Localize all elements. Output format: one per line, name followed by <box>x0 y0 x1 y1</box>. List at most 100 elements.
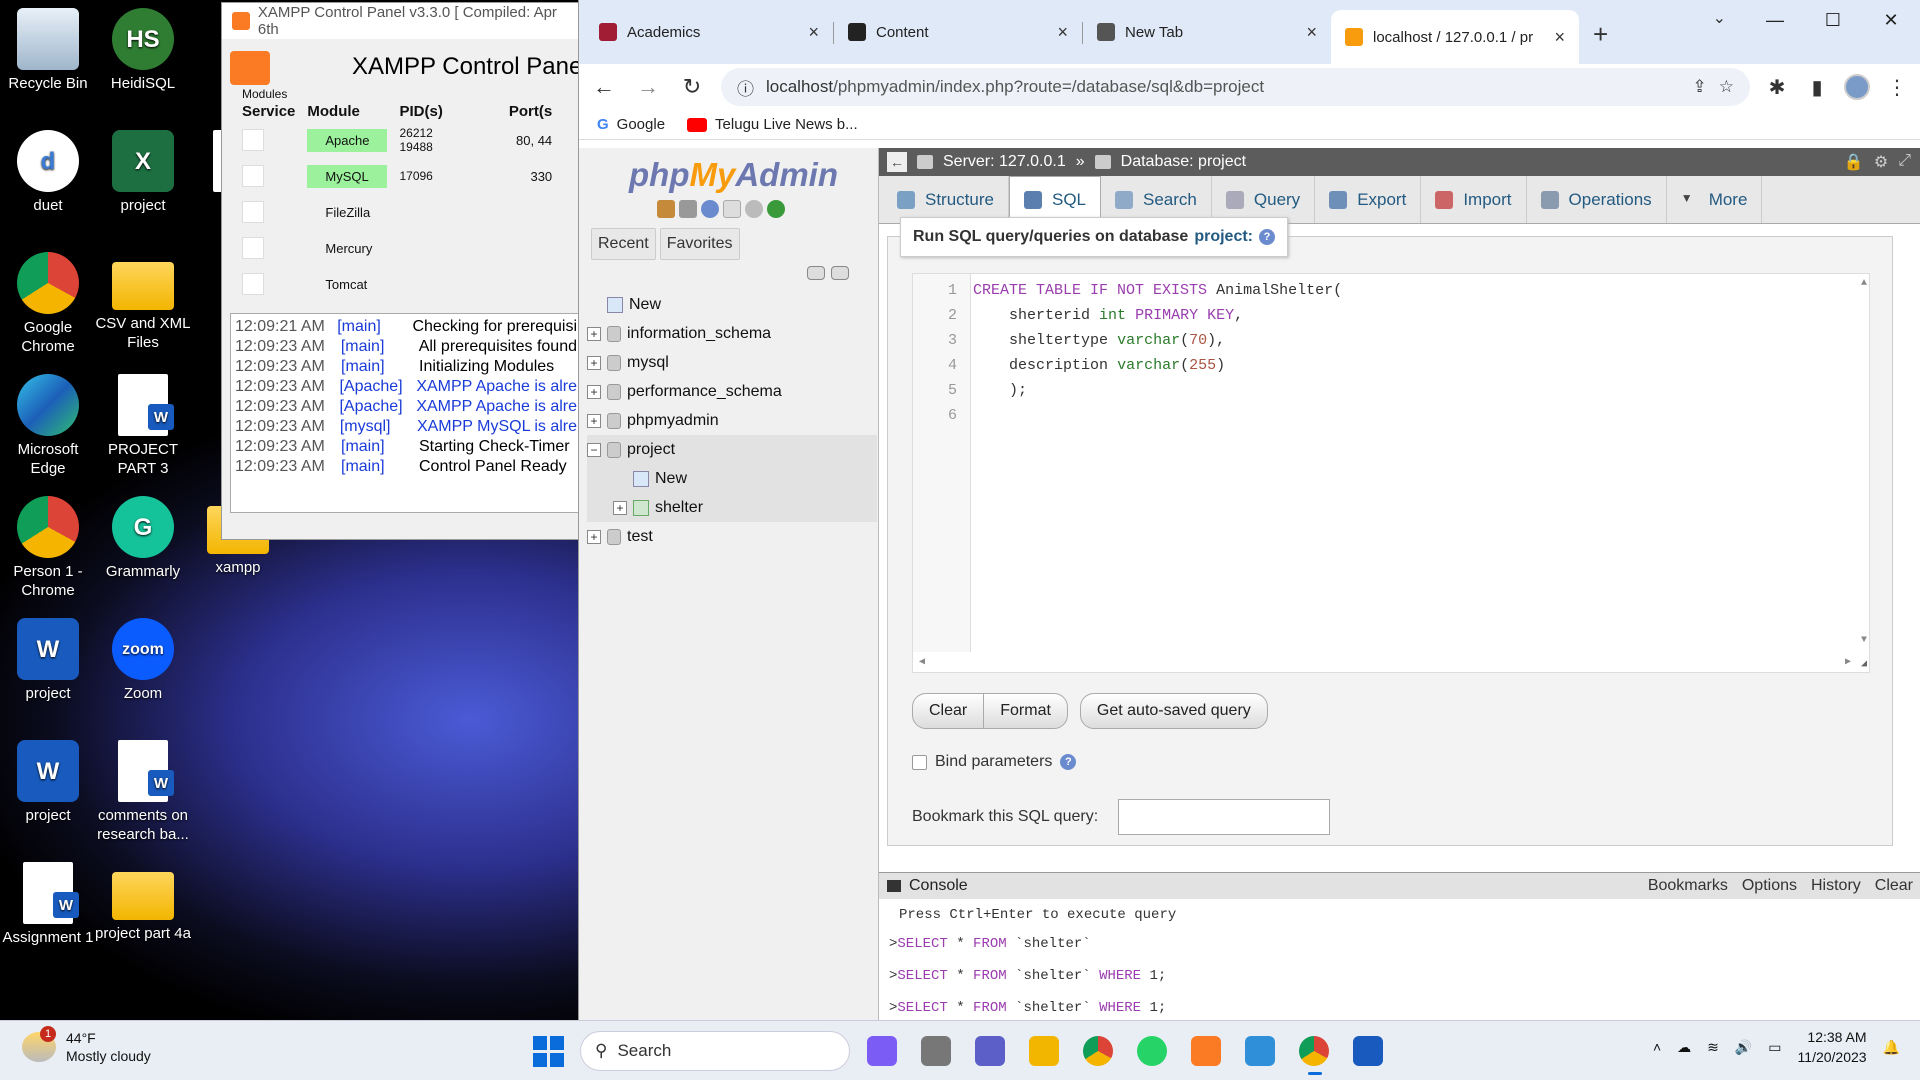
whatsapp-icon[interactable] <box>1130 1029 1174 1073</box>
bookmark-telugu[interactable]: Telugu Live News b... <box>687 116 858 133</box>
tree-item-test[interactable]: + test <box>587 522 877 551</box>
onedrive-icon[interactable]: ☁ <box>1677 1039 1691 1056</box>
desktop-icon[interactable]: HS HeidiSQL <box>95 8 191 93</box>
browser-tab[interactable]: New Tab × <box>1083 7 1331 57</box>
console-body[interactable]: Press Ctrl+Enter to execute query >SELEC… <box>879 899 1920 1033</box>
console-options-link[interactable]: Options <box>1742 877 1797 895</box>
tree-item-information-schema[interactable]: + information_schema <box>587 319 877 348</box>
console-history-link[interactable]: History <box>1811 877 1861 895</box>
link-with-main-icon[interactable] <box>831 266 849 280</box>
forward-icon[interactable]: → <box>633 74 663 100</box>
console-bar[interactable]: Console Bookmarks Options History Clear <box>879 873 1920 899</box>
volume-icon[interactable]: 🔊 <box>1735 1039 1752 1056</box>
tab-operations[interactable]: Operations <box>1527 176 1667 223</box>
service-checkbox[interactable] <box>242 237 264 259</box>
home-icon[interactable] <box>657 200 675 218</box>
service-checkbox[interactable] <box>242 273 264 295</box>
page-settings-icon[interactable]: ⚙ <box>1874 152 1888 172</box>
fullscreen-icon[interactable]: ⤢ <box>1898 152 1911 172</box>
desktop-icon[interactable]: d duet <box>0 130 96 215</box>
expand-icon[interactable]: + <box>587 384 601 399</box>
browser-tab[interactable]: localhost / 127.0.0.1 / pr × <box>1331 10 1579 64</box>
bookmark-input[interactable] <box>1118 799 1331 835</box>
bookmark-google[interactable]: G Google <box>597 116 665 133</box>
desktop-icon[interactable]: zoom Zoom <box>95 618 191 703</box>
breadcrumb-database[interactable]: Database: project <box>1121 153 1246 171</box>
desktop-icon[interactable]: CSV and XML Files <box>95 252 191 352</box>
desktop-icon[interactable]: Person 1 - Chrome <box>0 496 96 600</box>
chrome-window[interactable]: Academics × Content × New Tab × localhost / 12… <box>578 0 1920 1020</box>
console-bookmarks-link[interactable]: Bookmarks <box>1648 877 1728 895</box>
desktop-icon[interactable]: Wcomments on research ba... <box>95 740 191 844</box>
task-view-icon[interactable] <box>914 1029 958 1073</box>
lock-icon[interactable]: 🔒 <box>1844 152 1864 172</box>
tab-structure[interactable]: Structure <box>883 176 1009 223</box>
desktop-icon[interactable]: Google Chrome <box>0 252 96 356</box>
console-clear-link[interactable]: Clear <box>1875 877 1913 895</box>
run-sql-db-link[interactable]: project: <box>1194 228 1253 246</box>
docs-icon[interactable] <box>701 200 719 218</box>
help-icon[interactable]: ? <box>1259 229 1275 245</box>
extensions-icon[interactable]: ✱ <box>1764 75 1790 100</box>
favorites-button[interactable]: Favorites <box>659 228 740 260</box>
settings-icon[interactable] <box>745 200 763 218</box>
chrome-icon[interactable] <box>1076 1029 1120 1073</box>
expand-icon[interactable]: + <box>587 529 601 544</box>
sql-docs-icon[interactable] <box>723 200 741 218</box>
address-bar[interactable]: ⓘ localhost/phpmyadmin/index.php?route=/… <box>721 68 1750 106</box>
back-icon[interactable]: ← <box>589 74 619 100</box>
xampp-log[interactable]: 12:09:21 AM [main] Checking for prerequisi… <box>230 313 582 513</box>
tab-export[interactable]: Export <box>1315 176 1422 223</box>
desktop-icon[interactable]: G Grammarly <box>95 496 191 581</box>
desktop-icon[interactable]: Microsoft Edge <box>0 374 96 478</box>
recent-button[interactable]: Recent <box>591 228 656 260</box>
browser-tab[interactable]: Content × <box>834 7 1082 57</box>
tab-more[interactable]: ▼ More <box>1667 176 1763 223</box>
xampp-window[interactable]: XAMPP Control Panel v3.3.0 [ Compiled: A… <box>221 2 606 540</box>
console-query[interactable]: >SELECT * FROM `shelter` <box>889 931 1901 963</box>
desktop-icon[interactable]: Wproject <box>0 740 96 825</box>
tree-item-phpmyadmin[interactable]: + phpmyadmin <box>587 406 877 435</box>
share-icon[interactable]: ⇪ <box>1693 77 1707 97</box>
get-auto-saved-query-button[interactable]: Get auto-saved query <box>1081 694 1267 728</box>
desktop-icon[interactable]: Recycle Bin <box>0 8 96 93</box>
bind-parameters-checkbox[interactable] <box>912 754 927 770</box>
tree-item-new[interactable]: New <box>587 290 877 319</box>
reload-icon[interactable]: ↻ <box>677 74 707 100</box>
file-explorer-icon[interactable] <box>1022 1029 1066 1073</box>
tab-search-icon[interactable]: ⌄ <box>1713 8 1726 28</box>
new-tab-button[interactable]: + <box>1593 19 1608 50</box>
tree-item-shelter[interactable]: + shelter <box>587 493 877 522</box>
desktop-icon[interactable]: W Assignment 1 <box>0 862 96 947</box>
desktop-icon[interactable]: project part 4a <box>95 862 191 943</box>
menu-icon[interactable]: ⋮ <box>1884 75 1910 100</box>
tray-overflow-icon[interactable]: ˄ <box>1653 1039 1661 1055</box>
logout-icon[interactable] <box>679 200 697 218</box>
expand-icon[interactable]: + <box>587 413 601 428</box>
wifi-icon[interactable]: ≋ <box>1707 1039 1719 1056</box>
expand-icon[interactable]: + <box>613 500 627 515</box>
service-checkbox[interactable] <box>242 201 264 223</box>
clock[interactable]: 12:38 AM 11/20/2023 <box>1798 1027 1867 1067</box>
editor-scroll-right-icon[interactable]: ▶ <box>1845 656 1851 668</box>
desktop-icon[interactable]: W PROJECT PART 3 <box>95 374 191 478</box>
weather-widget[interactable]: 1 44°F Mostly cloudy <box>22 1026 151 1065</box>
maximize-icon[interactable]: ☐ <box>1804 0 1862 40</box>
format-button[interactable]: Format <box>984 694 1067 728</box>
expand-icon[interactable]: + <box>587 355 601 370</box>
service-checkbox[interactable] <box>242 129 264 151</box>
tree-item-mysql[interactable]: + mysql <box>587 348 877 377</box>
editor-scroll-down-icon[interactable]: ▼ <box>1861 635 1867 646</box>
notification-bell-icon[interactable]: 🔔 <box>1883 1039 1900 1056</box>
minimize-icon[interactable]: — <box>1746 0 1804 40</box>
chrome-profile-icon[interactable] <box>1292 1029 1336 1075</box>
bookmark-star-icon[interactable]: ☆ <box>1719 77 1734 97</box>
reload-nav-icon[interactable] <box>767 200 785 218</box>
tree-item-project[interactable]: − project <box>587 435 877 464</box>
collapse-all-icon[interactable] <box>807 266 825 280</box>
profile-avatar[interactable] <box>1844 74 1870 100</box>
editor-scroll-left-icon[interactable]: ◀ <box>919 656 925 668</box>
desktop-icon[interactable]: Wproject <box>0 618 96 703</box>
word-icon[interactable] <box>1346 1029 1390 1073</box>
pma-logo[interactable]: phpMyAdmin <box>629 156 838 194</box>
